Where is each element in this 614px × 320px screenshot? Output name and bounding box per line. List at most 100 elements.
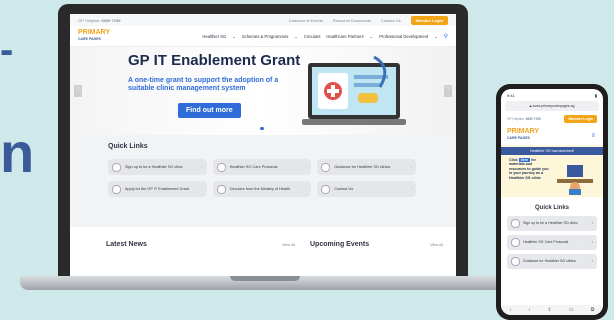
phone-site-logo[interactable]: PRIMARY CARE PAGES: [501, 127, 603, 143]
phone-status-bar: 9:41 ▮: [501, 89, 603, 101]
laptop-notch: [230, 276, 300, 281]
status-time: 9:41: [507, 92, 515, 98]
phone-logo-line1: PRIMARY: [507, 128, 540, 135]
carousel-prev-icon[interactable]: ‹: [74, 85, 82, 97]
find-out-more-button[interactable]: Find out more: [178, 103, 241, 118]
phone-quick-links-title: Quick Links: [534, 205, 569, 211]
util-link-events[interactable]: Calendar of Events: [289, 18, 323, 23]
document-icon: [216, 162, 226, 172]
phone-quick-link-item[interactable]: Sign up to be a Healthier SG clinic ›: [507, 216, 597, 231]
document-icon: [321, 162, 331, 172]
phone-member-login-button[interactable]: Member Login: [564, 115, 597, 123]
back-icon[interactable]: ‹: [510, 307, 512, 313]
nav-professional-development[interactable]: Professional Development: [379, 34, 428, 39]
lock-icon: 🔒︎: [529, 104, 532, 108]
quick-link-item[interactable]: Contact Us ›: [317, 181, 416, 197]
phone-frame: 9:41 ▮ 🔒︎ www.primarycarepages.sg GP Help…: [496, 84, 608, 320]
news-view-all-link[interactable]: View All: [282, 243, 295, 247]
chevron-right-icon: ›: [306, 165, 308, 169]
chevron-right-icon: ›: [591, 240, 593, 245]
carousel-next-icon[interactable]: ›: [444, 85, 452, 97]
utility-bar: GP Helpline: 6650 7199 Calendar of Event…: [70, 14, 456, 26]
document-icon: [112, 184, 121, 194]
site-logo[interactable]: PRIMARY CARE PAGES: [78, 29, 111, 42]
quick-link-label: Healthier SG Care Protocols: [229, 165, 278, 169]
forward-icon[interactable]: ›: [529, 307, 531, 313]
phone-quick-link-label: Sign up to be a Healthier SG clinic: [523, 221, 578, 226]
laptop-illustration-icon: [302, 55, 406, 125]
latest-news-title: Latest News: [106, 241, 147, 248]
phone-quick-link-item[interactable]: Guidance for Healthier SG clinics ›: [507, 254, 597, 269]
battery-icon: ▮: [594, 92, 597, 98]
events-view-all-link[interactable]: View All: [430, 243, 443, 247]
quick-link-item[interactable]: Sign up to be a Healthier SG clinic ›: [108, 159, 207, 175]
laptop-frame: GP Helpline: 6650 7199 Calendar of Event…: [58, 4, 468, 280]
hero-banner: ‹ › GP IT Enablement Grant A one-time gr…: [70, 47, 456, 135]
logo-line2: CARE PAGES: [78, 37, 101, 41]
util-link-contact[interactable]: Contact Us: [381, 18, 401, 23]
phone-helpline-label: GP Helpline:: [507, 117, 525, 121]
phone-quick-link-label: Healthier SG Care Protocols: [523, 240, 569, 245]
chevron-down-icon: ⌄: [232, 33, 236, 39]
chevron-right-icon: ›: [410, 165, 412, 169]
mail-icon: [321, 184, 331, 194]
quick-links-section: Quick Links Sign up to be a Healthier SG…: [70, 135, 456, 227]
phone-banner[interactable]: Healthier SG has launched! Click here fo…: [501, 145, 603, 197]
phone-logo-line2: CARE PAGES: [507, 136, 530, 140]
phone-quick-link-label: Guidance for Healthier SG clinics: [523, 259, 576, 264]
quick-link-item[interactable]: Circulars from the Ministry of Health ›: [212, 181, 312, 197]
banner-here-link[interactable]: here: [518, 158, 531, 162]
edge-n-text: n: [0, 121, 35, 184]
helpline-number[interactable]: 6650 7199: [102, 18, 121, 23]
desk-illustration-icon: [557, 165, 593, 195]
edge-dash-text: -: [0, 28, 14, 72]
carousel-indicator[interactable]: [260, 127, 264, 130]
upcoming-events-title: Upcoming Events: [310, 241, 370, 248]
chevron-right-icon: ›: [591, 221, 593, 226]
quick-link-item[interactable]: Apply for the GP IT Enablement Grant ›: [108, 181, 207, 197]
util-link-resources[interactable]: Resource Downloads: [333, 18, 371, 23]
phone-quick-link-item[interactable]: Healthier SG Care Protocols ›: [507, 235, 597, 250]
logo-line1: PRIMARY: [78, 29, 111, 36]
chevron-right-icon: ›: [410, 187, 412, 191]
phone-banner-title: Healthier SG has launched!: [501, 147, 603, 155]
bookmarks-icon[interactable]: ▭: [569, 307, 574, 313]
phone-url-bar[interactable]: 🔒︎ www.primarycarepages.sg: [505, 101, 599, 111]
member-login-button[interactable]: Member Login: [410, 15, 448, 25]
nav-healthcare-partners[interactable]: Healthcare Partners: [326, 34, 363, 39]
chevron-right-icon: ›: [201, 187, 203, 191]
link-icon: [112, 162, 121, 172]
quick-link-item[interactable]: Healthier SG Care Protocols ›: [212, 159, 312, 175]
phone-screen: 9:41 ▮ 🔒︎ www.primarycarepages.sg GP Help…: [501, 89, 603, 315]
phone-helpline-number[interactable]: 6650 7199: [526, 117, 541, 121]
laptop-base: [20, 276, 506, 290]
search-icon[interactable]: ⚲: [444, 33, 448, 40]
phone-browser-toolbar: ‹ › ⇪ ▭ ⧉: [501, 305, 603, 315]
chevron-right-icon: ›: [591, 259, 593, 264]
document-icon: [511, 238, 520, 247]
quick-link-label: Sign up to be a Healthier SG clinic: [125, 165, 183, 169]
nav-circulars[interactable]: Circulars: [304, 34, 321, 39]
chevron-right-icon: ›: [306, 187, 308, 191]
hero-title: GP IT Enablement Grant: [128, 52, 301, 69]
nav-schemes[interactable]: Schemes & Programmes: [242, 34, 289, 39]
chevron-down-icon: ⌄: [434, 33, 438, 39]
menu-icon[interactable]: ≡: [591, 133, 595, 139]
document-icon: [511, 257, 520, 266]
tabs-icon[interactable]: ⧉: [591, 307, 595, 313]
laptop-screen: GP Helpline: 6650 7199 Calendar of Event…: [70, 14, 456, 276]
quick-link-label: Guidance for Healthier SG clinics: [334, 165, 391, 169]
chevron-down-icon: ⌄: [294, 33, 298, 39]
chevron-down-icon: ⌄: [369, 33, 374, 39]
share-icon[interactable]: ⇪: [547, 307, 551, 313]
quick-link-label: Circulars from the Ministry of Health: [229, 187, 291, 191]
hero-subtitle: A one-time grant to support the adoption…: [128, 77, 279, 92]
phone-utility-bar: GP Helpline: 6650 7199 Member Login: [501, 111, 603, 127]
chevron-right-icon: ›: [201, 165, 203, 169]
quick-link-item[interactable]: Guidance for Healthier SG clinics ›: [317, 159, 416, 175]
quick-link-label: Apply for the GP IT Enablement Grant: [125, 187, 190, 191]
quick-link-label: Contact Us: [334, 187, 354, 191]
nav-healthier-sg[interactable]: Healthier SG: [202, 34, 226, 39]
banner-text-pre: Click: [509, 158, 518, 162]
phone-banner-text: Click here for materials and resources t…: [509, 158, 549, 180]
